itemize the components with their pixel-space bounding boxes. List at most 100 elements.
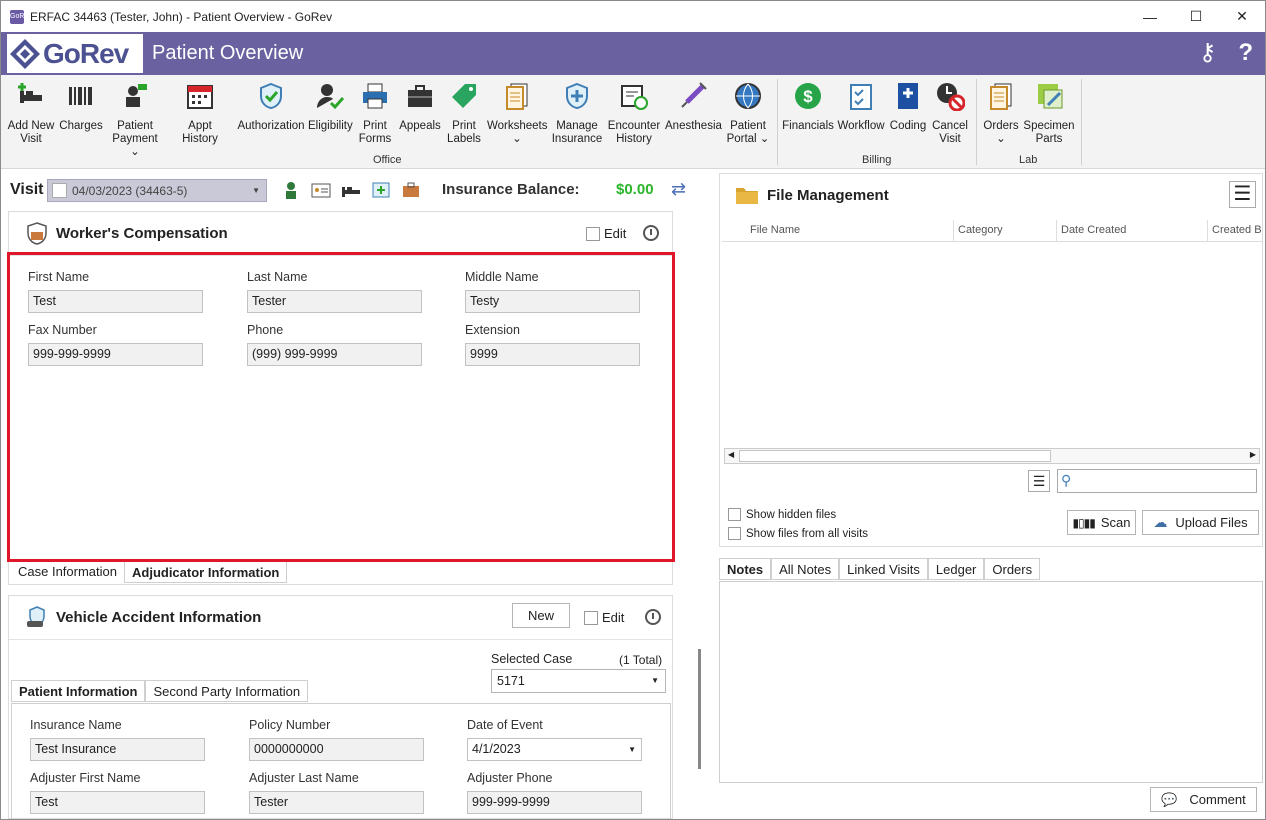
column-created-by[interactable]: Created B — [1208, 220, 1262, 241]
authorization-button[interactable]: Authorization — [237, 81, 305, 133]
column-category[interactable]: Category — [954, 220, 1057, 241]
adjuster-first-name-input[interactable]: Test — [30, 791, 205, 814]
financials-button[interactable]: $ Financials — [782, 81, 834, 133]
total-label: (1 Total) — [619, 653, 663, 667]
patient-payment-button[interactable]: Patient Payment ⌄ — [109, 81, 161, 159]
list-options-icon[interactable]: ☰ — [1028, 470, 1050, 492]
add-new-visit-button[interactable]: Add New Visit — [7, 81, 55, 146]
appeals-button[interactable]: Appeals — [399, 81, 441, 133]
left-scrollbar[interactable] — [693, 209, 709, 819]
tab-all-notes[interactable]: All Notes — [771, 558, 840, 580]
workflow-button[interactable]: Workflow — [837, 81, 885, 133]
visit-select[interactable]: 04/03/2023 (34463-5) ▼ — [47, 179, 267, 202]
column-date-created[interactable]: Date Created — [1057, 220, 1208, 241]
tab-case-information[interactable]: Case Information — [11, 561, 124, 583]
appt-history-button[interactable]: Appt History — [169, 81, 231, 146]
dollar-icon: $ — [795, 83, 821, 109]
tab-orders[interactable]: Orders — [984, 558, 1041, 580]
edit-checkbox[interactable] — [586, 226, 600, 241]
manage-insurance-button[interactable]: Manage Insurance — [551, 81, 603, 146]
scroll-thumb[interactable] — [739, 450, 1051, 462]
tab-linked-visits[interactable]: Linked Visits — [839, 558, 928, 580]
history-clock-icon[interactable] — [645, 609, 661, 625]
encounter-history-button[interactable]: Encounter History — [607, 81, 661, 146]
specimen-parts-button[interactable]: Specimen Parts — [1023, 81, 1075, 146]
file-search-input[interactable]: ⚲ — [1057, 469, 1257, 493]
logo-text: GoRev — [43, 37, 129, 69]
history-clock-icon[interactable] — [643, 225, 659, 241]
edit-checkbox[interactable] — [584, 610, 598, 625]
policy-number-input[interactable]: 0000000000 — [249, 738, 424, 761]
svg-text:$: $ — [803, 87, 813, 106]
orders-button[interactable]: Orders ⌄ — [981, 81, 1021, 146]
show-all-visits-checkbox[interactable]: Show files from all visits — [728, 527, 868, 540]
maximize-button[interactable]: ☐ — [1173, 1, 1219, 32]
adjuster-last-name-field: Adjuster Last Name Tester — [249, 771, 424, 814]
show-hidden-files-checkbox[interactable]: Show hidden files — [728, 508, 836, 521]
globe-gear-icon — [735, 83, 761, 109]
notes-content[interactable] — [719, 581, 1263, 783]
hamburger-menu-icon[interactable]: ☰ — [1229, 181, 1256, 208]
charges-button[interactable]: Charges — [59, 81, 103, 133]
selected-case-select[interactable]: 5171 ▼ — [491, 669, 666, 693]
coding-button[interactable]: Coding — [888, 81, 928, 133]
checkbox[interactable] — [728, 527, 741, 540]
swap-icon[interactable]: ⇄ — [671, 179, 686, 200]
bed-icon[interactable] — [341, 181, 361, 199]
ribbon-separator — [1081, 79, 1082, 165]
scroll-right-icon[interactable]: ▶ — [1250, 450, 1256, 459]
minimize-button[interactable]: — — [1127, 1, 1173, 32]
comment-button[interactable]: 💬 Comment — [1150, 787, 1257, 812]
workers-comp-header: Worker's Compensation Edit — [9, 212, 672, 256]
close-button[interactable]: ✕ — [1219, 1, 1265, 32]
comment-label: Comment — [1189, 792, 1246, 807]
workers-comp-edit-toggle[interactable]: Edit — [586, 226, 626, 241]
new-button[interactable]: New — [512, 603, 570, 628]
tag-icon — [452, 84, 476, 108]
vehicle-edit-toggle[interactable]: Edit — [584, 610, 624, 625]
title-bar: GoRev ERFAC 34463 (Tester, John) - Patie… — [1, 1, 1265, 32]
ribbon-label: Workflow — [837, 120, 885, 132]
anesthesia-button[interactable]: Anesthesia — [665, 81, 722, 133]
insurance-name-input[interactable]: Test Insurance — [30, 738, 205, 761]
id-card-icon[interactable] — [311, 181, 331, 199]
workers-comp-icon — [27, 222, 47, 245]
tab-adjudicator-information[interactable]: Adjudicator Information — [124, 561, 288, 583]
shield-check-icon — [260, 82, 282, 110]
cancel-clock-icon — [937, 83, 966, 112]
ribbon-label: Add New Visit — [7, 120, 55, 145]
tab-ledger[interactable]: Ledger — [927, 558, 985, 580]
person-icon[interactable] — [281, 181, 301, 199]
print-forms-button[interactable]: Print Forms — [355, 81, 395, 146]
upload-files-button[interactable]: ☁ Upload Files — [1142, 510, 1259, 535]
app-icon: GoRev — [10, 9, 32, 24]
print-labels-button[interactable]: Print Labels — [444, 81, 484, 146]
insurance-card-icon[interactable] — [371, 181, 391, 199]
column-file-name[interactable]: File Name — [746, 220, 954, 241]
upload-label: Upload Files — [1175, 515, 1248, 530]
syringe-icon — [681, 82, 707, 108]
adjuster-phone-input[interactable]: 999-999-9999 — [467, 791, 642, 814]
visit-checkbox[interactable] — [52, 183, 67, 198]
tab-patient-information[interactable]: Patient Information — [11, 680, 146, 702]
ribbon-label: Authorization — [237, 120, 305, 132]
case-icon[interactable] — [401, 181, 421, 199]
worksheets-button[interactable]: Worksheets ⌄ — [487, 81, 548, 146]
encounter-history-icon — [621, 85, 648, 110]
file-table-hscroll[interactable]: ◀ ▶ — [724, 448, 1260, 464]
scroll-thumb[interactable] — [698, 649, 701, 769]
adjuster-last-name-input[interactable]: Tester — [249, 791, 424, 814]
tab-notes[interactable]: Notes — [719, 558, 772, 580]
date-of-event-input[interactable]: 4/1/2023 ▼ — [467, 738, 642, 761]
checkbox[interactable] — [728, 508, 741, 521]
keys-icon[interactable]: ⚷ — [1199, 40, 1217, 66]
help-icon[interactable]: ? — [1238, 40, 1253, 66]
cancel-visit-button[interactable]: Cancel Visit — [931, 81, 969, 146]
workers-comp-tabs: Case Information Adjudicator Information — [11, 561, 288, 583]
eligibility-button[interactable]: Eligibility — [308, 81, 353, 133]
patient-portal-button[interactable]: Patient Portal ⌄ — [725, 81, 771, 146]
tab-second-party-information[interactable]: Second Party Information — [145, 680, 309, 702]
scroll-left-icon[interactable]: ◀ — [728, 450, 734, 459]
scan-button[interactable]: ▮▯▮▮ Scan — [1067, 510, 1136, 535]
folder-icon — [736, 188, 758, 204]
